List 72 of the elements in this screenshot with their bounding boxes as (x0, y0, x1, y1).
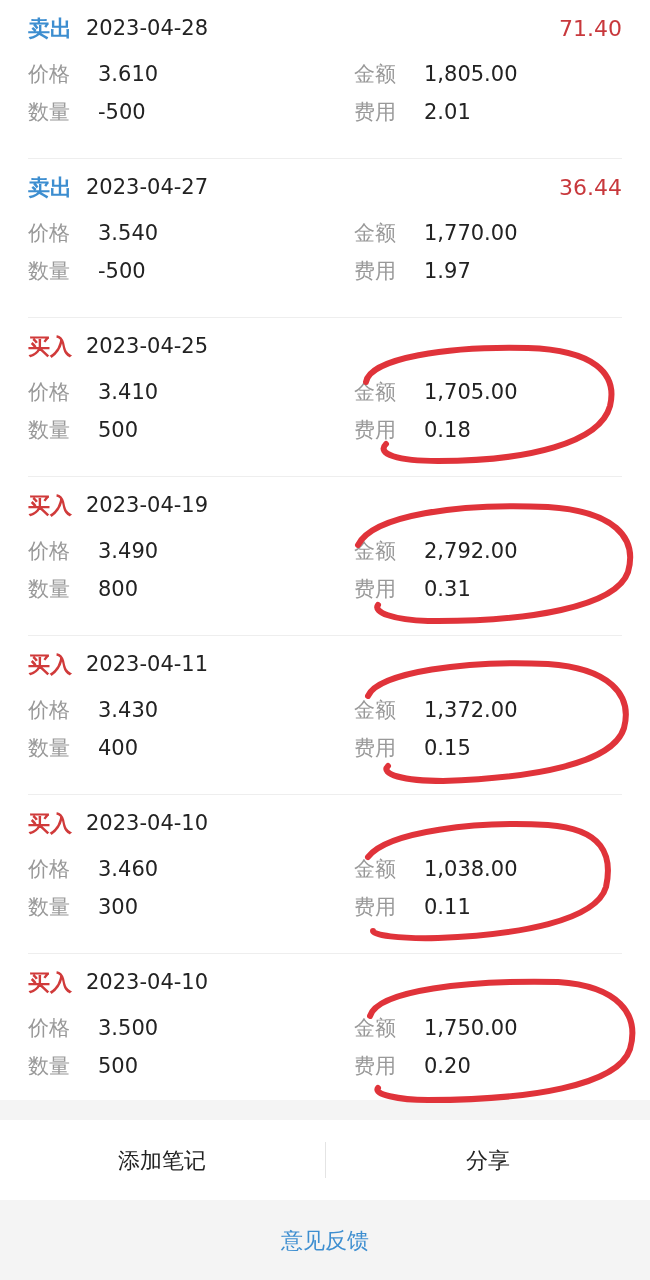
field-value: 400 (98, 735, 139, 760)
field-label: 数量 (28, 1052, 71, 1080)
field-label: 费用 (354, 734, 397, 762)
field-label: 数量 (28, 416, 71, 444)
field-label: 数量 (28, 893, 71, 921)
field-label: 金额 (354, 856, 397, 883)
field-label: 数量 (28, 734, 71, 762)
field-label: 费用 (354, 575, 397, 603)
field-value: 3.410 (98, 380, 159, 404)
profit-amount: 36.44 (559, 174, 622, 202)
trade-type-label: 买入 (28, 333, 72, 361)
field-label: 费用 (354, 98, 397, 126)
field-label: 价格 (28, 856, 71, 883)
field-value: 3.540 (98, 221, 159, 245)
field-value: 300 (98, 894, 139, 919)
field-value: 2.01 (424, 99, 471, 124)
field-value: 1.97 (424, 258, 471, 283)
field-label: 费用 (354, 893, 397, 921)
field-label: 价格 (28, 1015, 71, 1042)
field-value: 3.460 (98, 857, 159, 881)
field-label: 金额 (354, 379, 397, 406)
trade-date: 2023-04-28 (86, 14, 209, 42)
field-value: -500 (98, 258, 146, 283)
field-value: 1,750.00 (424, 1016, 518, 1040)
field-value: 1,372.00 (424, 698, 518, 722)
field-value: 1,770.00 (424, 221, 518, 245)
field-value: -500 (98, 99, 146, 124)
trade-date: 2023-04-10 (86, 968, 209, 996)
field-label: 价格 (28, 379, 71, 406)
field-label: 费用 (354, 257, 397, 285)
profit-amount: 71.40 (559, 15, 622, 43)
field-value: 1,705.00 (424, 380, 518, 404)
field-label: 价格 (28, 220, 71, 247)
field-value: 2,792.00 (424, 539, 518, 563)
field-value: 800 (98, 576, 139, 601)
field-label: 价格 (28, 61, 71, 88)
trade-date: 2023-04-27 (86, 173, 209, 201)
field-label: 价格 (28, 538, 71, 565)
field-label: 费用 (354, 416, 397, 444)
field-label: 数量 (28, 575, 71, 603)
field-value: 0.15 (424, 735, 471, 760)
field-label: 价格 (28, 697, 71, 724)
trade-type-label: 卖出 (28, 174, 72, 202)
field-value: 500 (98, 1053, 139, 1078)
trade-type-label: 卖出 (28, 15, 72, 43)
field-value: 3.430 (98, 698, 159, 722)
field-value: 0.11 (424, 894, 471, 919)
field-label: 金额 (354, 220, 397, 247)
trade-date: 2023-04-10 (86, 809, 209, 837)
field-label: 金额 (354, 697, 397, 724)
trade-date: 2023-04-19 (86, 491, 209, 519)
field-value: 3.500 (98, 1016, 159, 1040)
field-label: 数量 (28, 98, 71, 126)
field-value: 500 (98, 417, 139, 442)
field-value: 1,805.00 (424, 62, 518, 86)
field-value: 3.610 (98, 62, 159, 86)
trade-type-label: 买入 (28, 492, 72, 520)
field-label: 金额 (354, 61, 397, 88)
trade-date: 2023-04-11 (86, 650, 209, 678)
field-label: 数量 (28, 257, 71, 285)
field-label: 金额 (354, 538, 397, 565)
trade-type-label: 买入 (28, 810, 72, 838)
field-label: 费用 (354, 1052, 397, 1080)
trade-date: 2023-04-25 (86, 332, 209, 360)
field-label: 金额 (354, 1015, 397, 1042)
trade-type-label: 买入 (28, 969, 72, 997)
trade-type-label: 买入 (28, 651, 72, 679)
field-value: 1,038.00 (424, 857, 518, 881)
field-value: 0.20 (424, 1053, 471, 1078)
field-value: 0.31 (424, 576, 471, 601)
field-value: 3.490 (98, 539, 159, 563)
field-value: 0.18 (424, 417, 471, 442)
